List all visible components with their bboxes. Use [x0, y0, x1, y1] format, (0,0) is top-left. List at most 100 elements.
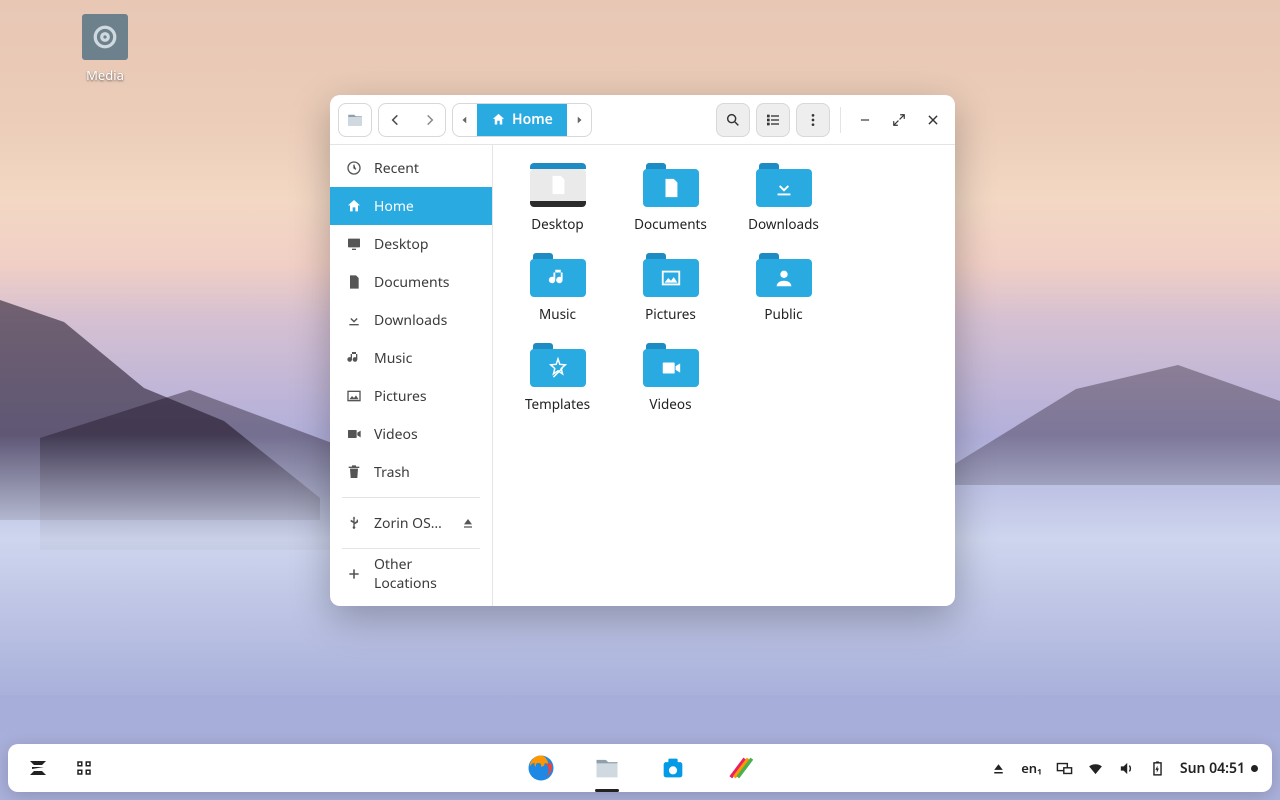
tray-battery-icon[interactable]: [1149, 760, 1166, 777]
sidebar-divider: [342, 548, 480, 549]
nav-back-forward: [378, 103, 446, 137]
folder-public[interactable]: Public: [727, 253, 840, 323]
overview-icon: [75, 759, 93, 777]
hamburger-menu-button[interactable]: [796, 103, 830, 137]
desktop-icon: [346, 236, 362, 252]
titlebar: Home: [330, 95, 955, 145]
plus-icon: [346, 566, 362, 582]
tray-language[interactable]: en₁: [1021, 759, 1042, 777]
sidebar-item-trash[interactable]: Trash: [330, 453, 492, 491]
folder-icon: [756, 253, 812, 297]
show-desktop-button[interactable]: [68, 752, 100, 784]
folder-pictures[interactable]: Pictures: [614, 253, 727, 323]
sidebar-label: Desktop: [374, 235, 428, 254]
nav-forward-button[interactable]: [421, 112, 437, 128]
folder-templates[interactable]: Templates: [501, 343, 614, 413]
folder-label: Videos: [649, 395, 691, 413]
maximize-button[interactable]: [885, 106, 913, 134]
sidebar-item-recent[interactable]: Recent: [330, 149, 492, 187]
clock-icon: [346, 160, 362, 176]
sidebar-label: Videos: [374, 425, 418, 444]
folder-icon: [756, 163, 812, 207]
folder-icon: [530, 343, 586, 387]
sidebar-item-zorin-disk[interactable]: Zorin OS…: [330, 504, 492, 542]
sidebar-item-pictures[interactable]: Pictures: [330, 377, 492, 415]
document-icon: [346, 274, 362, 290]
sidebar-item-documents[interactable]: Documents: [330, 263, 492, 301]
sidebar-label: Pictures: [374, 387, 427, 406]
folder-desktop[interactable]: Desktop: [501, 163, 614, 233]
sidebar-item-home[interactable]: Home: [330, 187, 492, 225]
sidebar-label: Music: [374, 349, 412, 368]
sidebar-label: Other Locations: [374, 555, 476, 593]
folder-icon: [643, 343, 699, 387]
sidebar-item-downloads[interactable]: Downloads: [330, 301, 492, 339]
view-toggle-button[interactable]: [756, 103, 790, 137]
folder-label: Pictures: [645, 305, 696, 323]
sidebar-item-other-locations[interactable]: Other Locations: [330, 555, 492, 593]
disc-icon: [82, 14, 128, 60]
sidebar-label: Trash: [374, 463, 410, 482]
tray-eject-button[interactable]: [990, 760, 1007, 777]
folder-documents[interactable]: Documents: [614, 163, 727, 233]
sidebar-item-music[interactable]: Music: [330, 339, 492, 377]
close-button[interactable]: [919, 106, 947, 134]
music-icon: [346, 350, 362, 366]
sidebar-item-videos[interactable]: Videos: [330, 415, 492, 453]
sidebar-label: Downloads: [374, 311, 447, 330]
folder-icon: [530, 253, 586, 297]
usb-icon: [346, 515, 362, 531]
folder-downloads[interactable]: Downloads: [727, 163, 840, 233]
tray-volume-icon[interactable]: [1118, 760, 1135, 777]
sidebar-label: Zorin OS…: [374, 514, 442, 533]
app-appearance[interactable]: [723, 752, 755, 784]
folder-music[interactable]: Music: [501, 253, 614, 323]
separator: [840, 107, 841, 133]
home-icon: [491, 112, 506, 127]
desktop-icon-media[interactable]: Media: [62, 14, 148, 84]
notification-dot-icon: [1251, 765, 1258, 772]
sidebar-item-desktop[interactable]: Desktop: [330, 225, 492, 263]
sidebar-label: Home: [374, 197, 414, 216]
path-home-segment[interactable]: Home: [477, 104, 567, 136]
folder-videos[interactable]: Videos: [614, 343, 727, 413]
path-next-icon[interactable]: [567, 115, 591, 125]
tray-display-icon[interactable]: [1056, 760, 1073, 777]
path-prev-icon[interactable]: [453, 115, 477, 125]
app-software[interactable]: [657, 752, 689, 784]
download-icon: [346, 312, 362, 328]
file-manager-window: Home Recent Home: [330, 95, 955, 606]
files-menu-button[interactable]: [338, 103, 372, 137]
tray-wifi-icon[interactable]: [1087, 760, 1104, 777]
eject-icon[interactable]: [460, 515, 476, 531]
sidebar-divider: [342, 497, 480, 498]
app-files[interactable]: [591, 752, 623, 784]
sidebar: Recent Home Desktop Documents Downloads …: [330, 145, 493, 606]
pictures-icon: [346, 388, 362, 404]
folder-icon: [530, 163, 586, 207]
folder-label: Templates: [525, 395, 590, 413]
tray-clock[interactable]: Sun 04:51: [1180, 759, 1258, 778]
sidebar-label: Documents: [374, 273, 449, 292]
start-menu-button[interactable]: [22, 752, 54, 784]
software-store-icon: [659, 754, 687, 782]
firefox-icon: [526, 753, 556, 783]
search-icon: [725, 112, 741, 128]
trash-icon: [346, 464, 362, 480]
color-picker-icon: [725, 754, 753, 782]
search-button[interactable]: [716, 103, 750, 137]
folder-label: Documents: [634, 215, 707, 233]
clock-text: Sun 04:51: [1180, 759, 1245, 778]
nav-back-button[interactable]: [388, 112, 404, 128]
folder-label: Music: [539, 305, 576, 323]
folder-icon: [643, 163, 699, 207]
folder-label: Downloads: [748, 215, 819, 233]
zorin-logo-icon: [26, 756, 50, 780]
path-bar[interactable]: Home: [452, 103, 592, 137]
app-firefox[interactable]: [525, 752, 557, 784]
desktop-icon-label: Media: [62, 66, 148, 84]
minimize-button[interactable]: [851, 106, 879, 134]
folder-grid: Desktop Documents Downloads Music Pictur…: [493, 145, 955, 606]
folder-label: Public: [764, 305, 802, 323]
videos-icon: [346, 426, 362, 442]
